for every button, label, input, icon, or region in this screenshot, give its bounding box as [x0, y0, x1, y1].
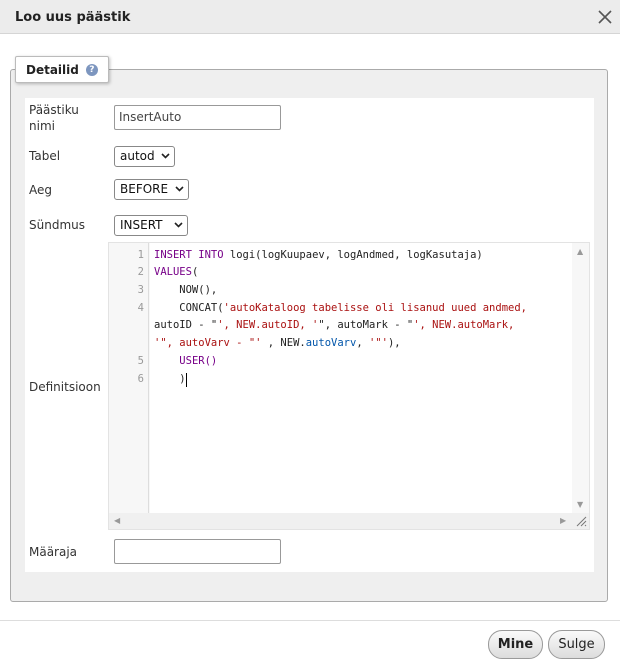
- trigger-name-label: Päästiku nimi: [29, 103, 79, 133]
- table-select[interactable]: autod: [114, 146, 175, 167]
- time-label: Aeg: [29, 183, 52, 197]
- go-button[interactable]: Mine: [488, 630, 543, 659]
- help-icon[interactable]: ?: [85, 63, 98, 76]
- code-line: autoID - "', NEW.autoID, '", autoMark - …: [154, 319, 515, 331]
- scroll-left-icon[interactable]: ◀: [114, 516, 120, 525]
- editor-gutter: 1 2 3 4 5 6: [109, 243, 149, 513]
- time-select[interactable]: BEFORE: [114, 179, 189, 200]
- event-select-value: INSERT: [120, 218, 163, 232]
- code-line: VALUES(: [154, 266, 199, 278]
- line-number: 1: [137, 249, 144, 261]
- details-legend-label: Detailid: [26, 62, 79, 77]
- editor-vertical-scrollbar[interactable]: ▲ ▼: [572, 243, 589, 513]
- text-cursor: [186, 373, 187, 387]
- code-line: NOW(),: [154, 284, 218, 296]
- code-line: ): [154, 373, 186, 385]
- trigger-name-input[interactable]: InsertAuto: [114, 105, 281, 130]
- time-select-value: BEFORE: [120, 182, 169, 196]
- close-button[interactable]: Sulge: [548, 630, 605, 659]
- scroll-up-icon[interactable]: ▲: [577, 247, 583, 256]
- definition-label: Definitsioon: [29, 380, 101, 394]
- close-icon[interactable]: [596, 8, 614, 26]
- resize-handle-icon[interactable]: [576, 516, 587, 527]
- scroll-right-icon[interactable]: ▶: [560, 516, 566, 525]
- line-number: 4: [137, 302, 144, 314]
- line-number: 3: [137, 284, 144, 296]
- dialog-titlebar: Loo uus päästik: [0, 0, 620, 34]
- code-line: INSERT INTO logi(logKuupaev, logAndmed, …: [154, 249, 483, 261]
- event-select[interactable]: INSERT: [114, 215, 188, 236]
- code-line: USER(): [179, 355, 218, 367]
- editor-horizontal-scrollbar[interactable]: ◀ ▶: [109, 513, 589, 529]
- line-number: 5: [137, 355, 144, 367]
- details-legend: Detailid ?: [15, 56, 109, 83]
- line-number: 6: [137, 373, 144, 385]
- table-label: Tabel: [29, 149, 61, 163]
- chevron-down-icon: [161, 153, 170, 159]
- chevron-down-icon: [174, 222, 183, 228]
- code-line: '", autoVarv - "' , NEW.autoVarv, '"'),: [154, 337, 401, 349]
- event-label: Sündmus: [29, 218, 85, 232]
- dialog-title: Loo uus päästik: [15, 10, 131, 25]
- line-number: 2: [137, 266, 144, 278]
- definer-input[interactable]: [114, 539, 281, 564]
- editor-code-area[interactable]: INSERT INTO logi(logKuupaev, logAndmed, …: [150, 243, 572, 513]
- code-line: CONCAT('autoKataloog tabelisse oli lisan…: [154, 302, 527, 314]
- table-select-value: autod: [120, 149, 155, 163]
- scroll-down-icon[interactable]: ▼: [577, 500, 583, 509]
- definer-label: Määraja: [29, 545, 78, 559]
- button-bar-divider: [0, 620, 620, 621]
- chevron-down-icon: [175, 186, 184, 192]
- definition-editor[interactable]: 1 2 3 4 5 6 INSERT INTO logi(logKuupaev,…: [108, 242, 590, 530]
